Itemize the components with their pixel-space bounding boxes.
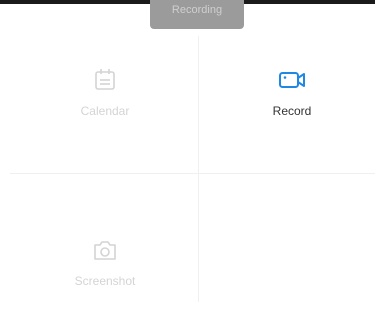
tile-record[interactable]: Record [197,64,375,118]
recording-toast: Recording [150,0,244,29]
tile-screenshot[interactable]: Screenshot [10,234,200,288]
tile-screenshot-label: Screenshot [74,274,136,288]
feature-grid: Calendar Record Screenshot [0,0,375,313]
calendar-icon [95,69,115,90]
tile-record-label: Record [272,104,312,118]
camera-icon [94,241,116,260]
tile-calendar-label: Calendar [80,104,130,118]
grid-divider-horizontal [10,173,375,174]
tile-calendar[interactable]: Calendar [10,64,200,118]
video-camera-icon [279,72,305,88]
